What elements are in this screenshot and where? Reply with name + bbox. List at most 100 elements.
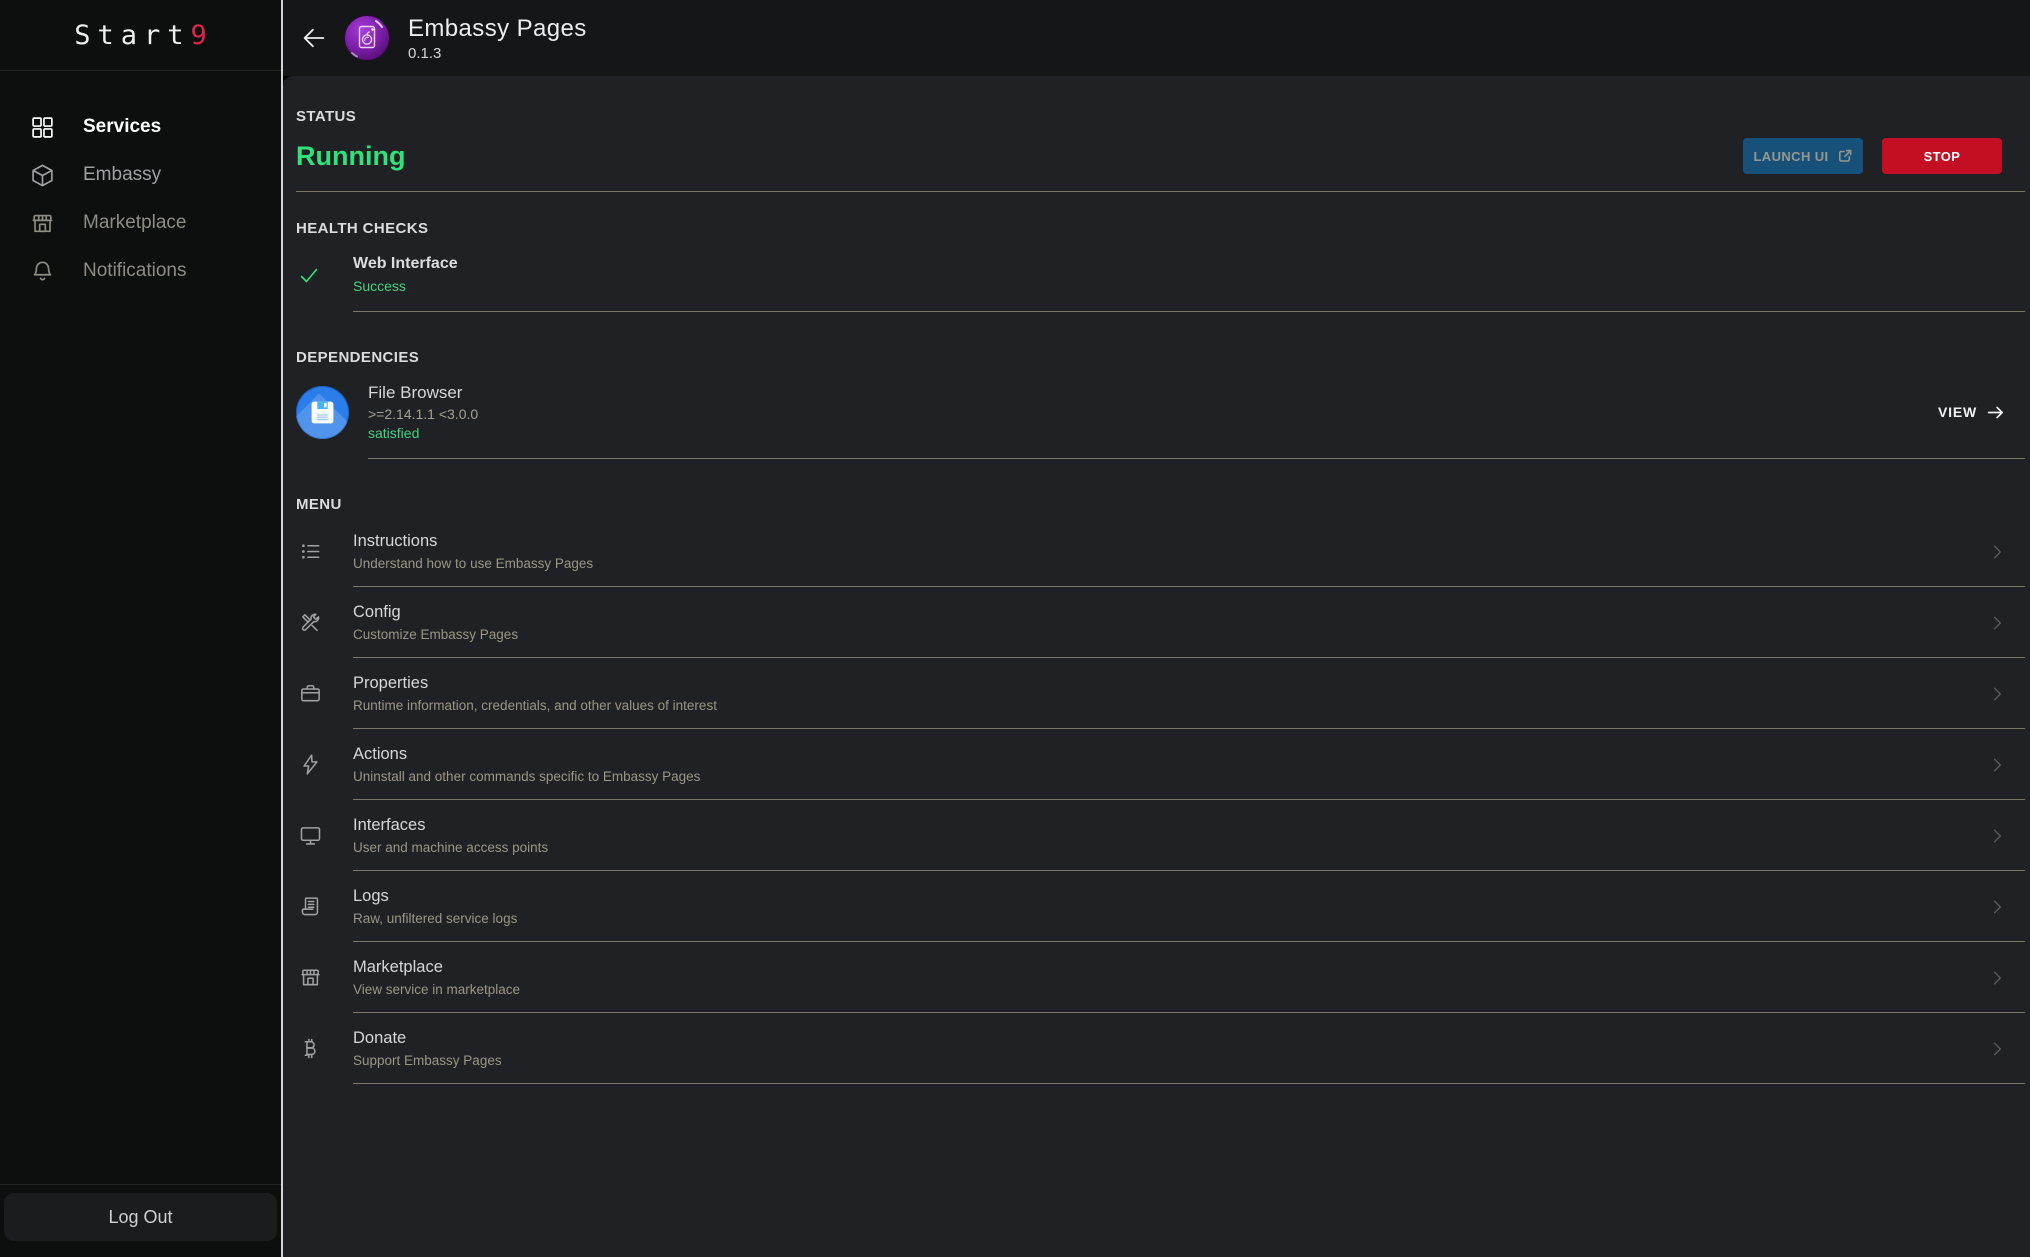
divider	[368, 458, 2025, 459]
stop-label: STOP	[1924, 149, 1961, 164]
dependency-row-file-browser[interactable]: File Browser >=2.14.1.1 <3.0.0 satisfied…	[296, 381, 2025, 443]
sidebar-item-label: Services	[83, 116, 161, 138]
menu-item-properties[interactable]: Properties Runtime information, credenti…	[296, 658, 2025, 729]
dependency-status: satisfied	[368, 425, 478, 441]
app-version: 0.1.3	[408, 45, 587, 62]
dependencies-section-label: DEPENDENCIES	[296, 349, 2025, 366]
menu-item-title: Marketplace	[353, 958, 520, 977]
logout-button[interactable]: Log Out	[4, 1193, 277, 1241]
bell-icon	[30, 259, 55, 284]
main-panel: Embassy Pages 0.1.3 STATUS Running LAUNC…	[283, 0, 2030, 1257]
chevron-right-icon	[1987, 1039, 2007, 1059]
menu-item-instructions[interactable]: Instructions Understand how to use Embas…	[296, 516, 2025, 587]
launch-ui-label: LAUNCH UI	[1753, 149, 1828, 164]
sidebar-nav: Services Embassy	[0, 103, 281, 295]
dependency-text: File Browser >=2.14.1.1 <3.0.0 satisfied	[368, 383, 478, 441]
sidebar-item-services[interactable]: Services	[0, 103, 281, 151]
menu-item-text: Properties Runtime information, credenti…	[353, 674, 717, 713]
file-browser-app-icon	[296, 386, 368, 439]
arrow-right-icon	[1986, 403, 2005, 422]
chevron-right-icon	[1987, 542, 2007, 562]
external-link-icon	[1837, 148, 1853, 164]
menu-item-subtitle: Customize Embassy Pages	[353, 627, 518, 642]
launch-ui-button[interactable]: LAUNCH UI	[1743, 138, 1863, 174]
check-success-icon	[296, 255, 353, 294]
menu-item-subtitle: Raw, unfiltered service logs	[353, 911, 517, 926]
status-buttons: LAUNCH UI STOP	[1743, 138, 2002, 174]
back-button[interactable]	[297, 21, 331, 55]
sidebar-item-label: Marketplace	[83, 212, 187, 234]
sidebar-item-label: Notifications	[83, 260, 187, 282]
health-check-result: Success	[353, 278, 458, 294]
chevron-right-icon	[1987, 684, 2007, 704]
menu-item-title: Properties	[353, 674, 717, 693]
menu-item-subtitle: Uninstall and other commands specific to…	[353, 769, 700, 784]
lightning-icon	[296, 753, 353, 776]
stop-button[interactable]: STOP	[1882, 138, 2002, 174]
menu-item-text: Donate Support Embassy Pages	[353, 1029, 502, 1068]
menu-item-logs[interactable]: Logs Raw, unfiltered service logs	[296, 871, 2025, 942]
logs-icon	[296, 895, 353, 918]
menu-item-subtitle: User and machine access points	[353, 840, 548, 855]
chevron-right-icon	[1987, 613, 2007, 633]
menu-item-donate[interactable]: Donate Support Embassy Pages	[296, 1013, 2025, 1084]
cube-icon	[30, 163, 55, 188]
menu-item-title: Instructions	[353, 532, 593, 551]
status-row: Running LAUNCH UI STOP	[296, 137, 2025, 175]
storefront-icon	[296, 966, 353, 989]
sidebar-item-notifications[interactable]: Notifications	[0, 247, 281, 295]
menu-item-config[interactable]: Config Customize Embassy Pages	[296, 587, 2025, 658]
sidebar-item-label: Embassy	[83, 164, 161, 186]
menu-item-interfaces[interactable]: Interfaces User and machine access point…	[296, 800, 2025, 871]
divider	[296, 191, 2025, 192]
monitor-icon	[296, 824, 353, 847]
briefcase-icon	[296, 682, 353, 705]
menu-item-actions[interactable]: Actions Uninstall and other commands spe…	[296, 729, 2025, 800]
menu-item-text: Marketplace View service in marketplace	[353, 958, 520, 997]
status-value: Running	[296, 141, 405, 172]
bitcoin-icon	[296, 1037, 353, 1060]
page-title: Embassy Pages	[408, 15, 587, 43]
view-dependency-button[interactable]: VIEW	[1938, 403, 2005, 422]
menu-item-title: Actions	[353, 745, 700, 764]
menu-item-title: Interfaces	[353, 816, 548, 835]
divider	[353, 311, 2025, 312]
dependency-version-range: >=2.14.1.1 <3.0.0	[368, 406, 478, 422]
menu-item-subtitle: Runtime information, credentials, and ot…	[353, 698, 717, 713]
start9-logo: Start9	[0, 0, 281, 70]
menu-item-text: Instructions Understand how to use Embas…	[353, 532, 593, 571]
menu-section-label: MENU	[296, 496, 2025, 513]
menu-item-subtitle: Understand how to use Embassy Pages	[353, 556, 593, 571]
menu-item-text: Actions Uninstall and other commands spe…	[353, 745, 700, 784]
grid-icon	[30, 115, 55, 140]
menu-item-text: Logs Raw, unfiltered service logs	[353, 887, 517, 926]
menu-item-text: Interfaces User and machine access point…	[353, 816, 548, 855]
storefront-icon	[30, 211, 55, 236]
menu-item-marketplace[interactable]: Marketplace View service in marketplace	[296, 942, 2025, 1013]
chevron-right-icon	[1987, 755, 2007, 775]
divider	[0, 1184, 281, 1185]
divider	[0, 70, 281, 71]
logo-accent: 9	[191, 20, 207, 51]
embassy-pages-app-icon	[343, 14, 391, 62]
menu-item-title: Config	[353, 603, 518, 622]
menu-list: Instructions Understand how to use Embas…	[296, 516, 2025, 1084]
app-window: Start9 Services	[0, 0, 2030, 1257]
divider	[353, 1083, 2025, 1084]
sidebar: Start9 Services	[0, 0, 281, 1257]
sidebar-item-marketplace[interactable]: Marketplace	[0, 199, 281, 247]
back-arrow-icon	[300, 24, 328, 52]
chevron-right-icon	[1987, 897, 2007, 917]
sidebar-item-embassy[interactable]: Embassy	[0, 151, 281, 199]
view-label: VIEW	[1938, 404, 1977, 420]
dependency-name: File Browser	[368, 383, 478, 403]
health-check-row: Web Interface Success	[296, 255, 2025, 294]
chevron-right-icon	[1987, 968, 2007, 988]
service-header: Embassy Pages 0.1.3	[283, 0, 2030, 76]
header-text: Embassy Pages 0.1.3	[408, 15, 587, 62]
menu-item-title: Logs	[353, 887, 517, 906]
menu-item-text: Config Customize Embassy Pages	[353, 603, 518, 642]
status-section-label: STATUS	[296, 108, 2025, 125]
tools-icon	[296, 611, 353, 634]
service-detail-content: STATUS Running LAUNCH UI STOP	[283, 76, 2030, 1257]
